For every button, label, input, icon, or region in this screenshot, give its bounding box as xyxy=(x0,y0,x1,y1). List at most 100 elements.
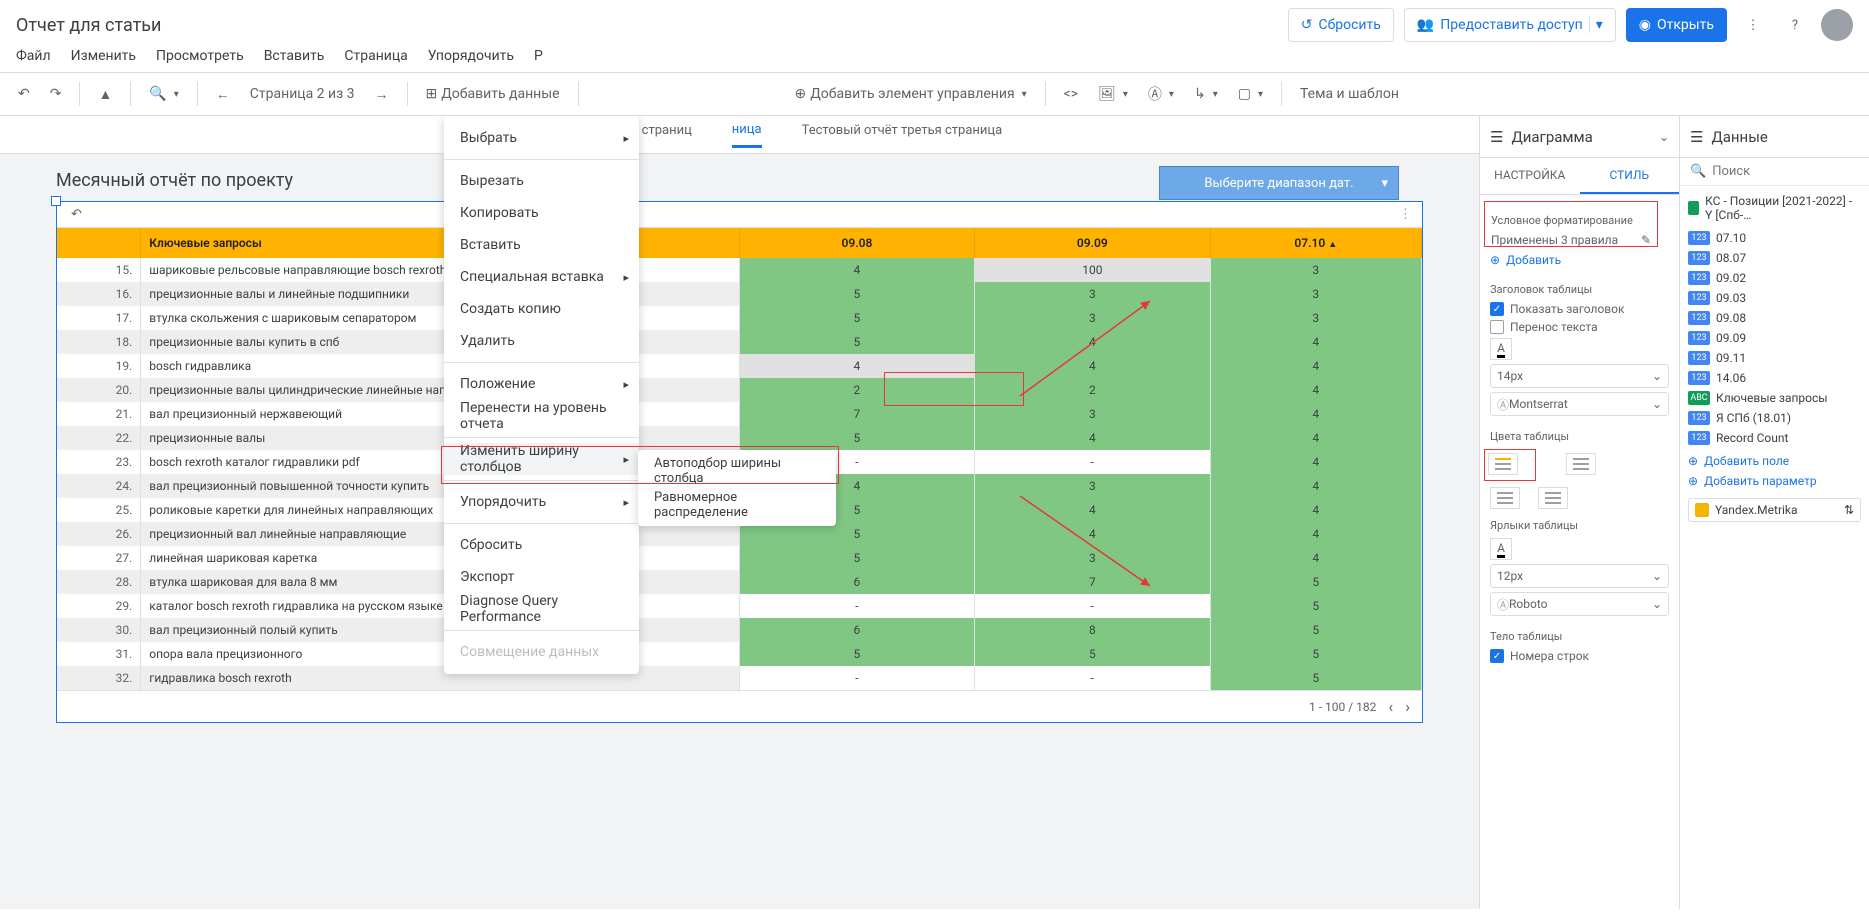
label-font-size[interactable]: 12px⌄ xyxy=(1490,564,1669,588)
ctx-paste-special[interactable]: Специальная вставка xyxy=(444,261,639,293)
color-scheme-1[interactable] xyxy=(1488,453,1518,475)
embed-icon[interactable]: <> xyxy=(1058,80,1084,108)
pager-prev-icon[interactable]: ‹ xyxy=(1388,697,1393,716)
ctx-col-width[interactable]: Изменить ширину столбцов xyxy=(444,443,639,475)
table-row[interactable]: 22. прецизионные валы 5 4 4 xyxy=(57,426,1422,450)
menu-view[interactable]: Просмотреть xyxy=(156,48,244,64)
redo-icon[interactable]: ↷ xyxy=(44,80,68,108)
help-icon[interactable]: ? xyxy=(1779,9,1811,41)
header-font-family[interactable]: Ⓐ Montserrat⌄ xyxy=(1490,392,1669,416)
data-field[interactable]: 123Я СПб (18.01) xyxy=(1688,408,1861,428)
add-rule-button[interactable]: ⊕ Добавить xyxy=(1490,253,1669,267)
add-field-button[interactable]: ⊕ Добавить поле xyxy=(1688,454,1861,468)
data-field[interactable]: 12309.02 xyxy=(1688,268,1861,288)
menu-page[interactable]: Страница xyxy=(344,48,407,64)
data-field[interactable]: 12308.07 xyxy=(1688,248,1861,268)
ctx-sub-autofit[interactable]: Автоподбор ширины столбца xyxy=(638,454,836,488)
data-field[interactable]: 12309.09 xyxy=(1688,328,1861,348)
ctx-sub-even[interactable]: Равномерное распределение xyxy=(638,488,836,522)
page-tab-3[interactable]: Тестовый отчёт третья страница xyxy=(802,123,1003,146)
data-field[interactable]: 12309.08 xyxy=(1688,308,1861,328)
table-row[interactable]: 16. прецизионные валы и линейные подшипн… xyxy=(57,282,1422,306)
image-icon[interactable]: 🖼 xyxy=(1092,80,1134,108)
th-col3[interactable]: 07.10▲ xyxy=(1210,228,1421,258)
table-row[interactable]: 28. втулка шариковая для вала 8 мм 6 7 5 xyxy=(57,570,1422,594)
menu-file[interactable]: Файл xyxy=(16,48,51,64)
ctx-order[interactable]: Упорядочить xyxy=(444,486,639,518)
data-field[interactable]: 12309.03 xyxy=(1688,288,1861,308)
pager-next-icon[interactable]: › xyxy=(1405,697,1410,716)
header-font-size[interactable]: 14px⌄ xyxy=(1490,364,1669,388)
date-range-picker[interactable]: Выберите диапазон дат. xyxy=(1159,166,1399,200)
table-undo-icon[interactable]: ↶ xyxy=(71,207,82,222)
table-row[interactable]: 17. втулка скольжения с шариковым сепара… xyxy=(57,306,1422,330)
edit-rules-icon[interactable]: ✎ xyxy=(1641,233,1651,247)
table-more-icon[interactable]: ⋮ xyxy=(1399,207,1412,222)
tab-style[interactable]: СТИЛЬ xyxy=(1580,158,1680,194)
ctx-to-report[interactable]: Перенести на уровень отчета xyxy=(444,400,639,432)
theme-button[interactable]: Тема и шаблон xyxy=(1294,80,1405,108)
th-keywords[interactable]: Ключевые запросы xyxy=(141,228,739,258)
color-scheme-4[interactable] xyxy=(1538,487,1568,509)
th-col1[interactable]: 09.08 xyxy=(739,228,974,258)
table-row[interactable]: 30. вал прецизионный полый купить 6 8 5 xyxy=(57,618,1422,642)
chk-row-numbers[interactable]: ✓ xyxy=(1490,649,1504,663)
pointer-icon[interactable]: ▲ xyxy=(92,80,118,108)
data-field[interactable]: 12314.06 xyxy=(1688,368,1861,388)
menu-edit[interactable]: Изменить xyxy=(71,48,136,64)
table-row[interactable]: 21. вал прецизионный нержавеющий 7 3 4 xyxy=(57,402,1422,426)
data-field[interactable]: 123Record Count xyxy=(1688,428,1861,448)
ctx-duplicate[interactable]: Создать копию xyxy=(444,293,639,325)
table-row[interactable]: 18. прецизионные валы купить в спб 5 4 4 xyxy=(57,330,1422,354)
page-tab-2[interactable]: ница xyxy=(732,122,762,148)
yandex-metrika-source[interactable]: Yandex.Metrika⇅ xyxy=(1688,498,1861,522)
header-font-color[interactable]: A xyxy=(1490,338,1512,360)
chk-show-header[interactable]: ✓ xyxy=(1490,302,1504,316)
chart-type-dropdown[interactable]: ⌄ xyxy=(1659,130,1669,144)
avatar[interactable] xyxy=(1821,9,1853,41)
add-control-button[interactable]: ⊕ Добавить элемент управления xyxy=(789,80,1033,108)
label-font-color[interactable]: A xyxy=(1490,538,1512,560)
ctx-delete[interactable]: Удалить xyxy=(444,325,639,357)
add-data-button[interactable]: ⊞ Добавить данные xyxy=(420,80,566,108)
ctx-copy[interactable]: Копировать xyxy=(444,197,639,229)
label-font-family[interactable]: Ⓐ Roboto⌄ xyxy=(1490,592,1669,616)
ctx-reset[interactable]: Сбросить xyxy=(444,529,639,561)
data-field[interactable]: 12309.11 xyxy=(1688,348,1861,368)
tab-setup[interactable]: НАСТРОЙКА xyxy=(1480,158,1580,194)
line-icon[interactable]: ↳ xyxy=(1188,80,1224,108)
page-prev-icon[interactable]: ← xyxy=(210,80,236,108)
menu-insert[interactable]: Вставить xyxy=(264,48,325,64)
table-row[interactable]: 20. прецизионные валы цилиндрические лин… xyxy=(57,378,1422,402)
data-source[interactable]: КС - Позиции [2021-2022] - Y [Спб-… xyxy=(1688,194,1861,222)
table-row[interactable]: 31. опора вала прецизионного 5 5 5 xyxy=(57,642,1422,666)
page-indicator[interactable]: Страница 2 из 3 xyxy=(244,80,361,108)
text-icon[interactable]: Ⓐ xyxy=(1142,80,1180,108)
data-search-input[interactable] xyxy=(1712,164,1869,179)
ctx-position[interactable]: Положение xyxy=(444,368,639,400)
data-field[interactable]: ABCКлючевые запросы xyxy=(1688,388,1861,408)
ctx-select[interactable]: Выбрать xyxy=(444,122,639,154)
open-button[interactable]: ◉ Открыть xyxy=(1626,8,1727,42)
reset-button[interactable]: ↺ Сбросить xyxy=(1288,8,1394,42)
color-scheme-2[interactable] xyxy=(1566,453,1596,475)
shape-icon[interactable]: ▢ xyxy=(1232,80,1269,108)
add-param-button[interactable]: ⊕ Добавить параметр xyxy=(1688,474,1861,488)
table-row[interactable]: 32. гидравлика bosch rexroth - - 5 xyxy=(57,666,1422,690)
table-row[interactable]: 29. каталог bosch rexroth гидравлика на … xyxy=(57,594,1422,618)
th-col2[interactable]: 09.09 xyxy=(975,228,1210,258)
table-row[interactable]: 27. линейная шариковая каретка 5 3 4 xyxy=(57,546,1422,570)
chk-wrap[interactable] xyxy=(1490,320,1504,334)
ctx-diagnose[interactable]: Diagnose Query Performance xyxy=(444,593,639,625)
table-row[interactable]: 19. bosch гидравлика 4 4 4 xyxy=(57,354,1422,378)
menu-arrange[interactable]: Упорядочить xyxy=(428,48,514,64)
color-scheme-3[interactable] xyxy=(1490,487,1520,509)
menu-r[interactable]: Р xyxy=(534,48,543,64)
ctx-cut[interactable]: Вырезать xyxy=(444,165,639,197)
zoom-icon[interactable]: 🔍 xyxy=(143,80,184,108)
share-button[interactable]: 👥 Предоставить доступ ▾ xyxy=(1404,8,1616,42)
data-field[interactable]: 12307.10 xyxy=(1688,228,1861,248)
ctx-paste[interactable]: Вставить xyxy=(444,229,639,261)
ctx-export[interactable]: Экспорт xyxy=(444,561,639,593)
table-row[interactable]: 15. шариковые рельсовые направляющие bos… xyxy=(57,258,1422,282)
